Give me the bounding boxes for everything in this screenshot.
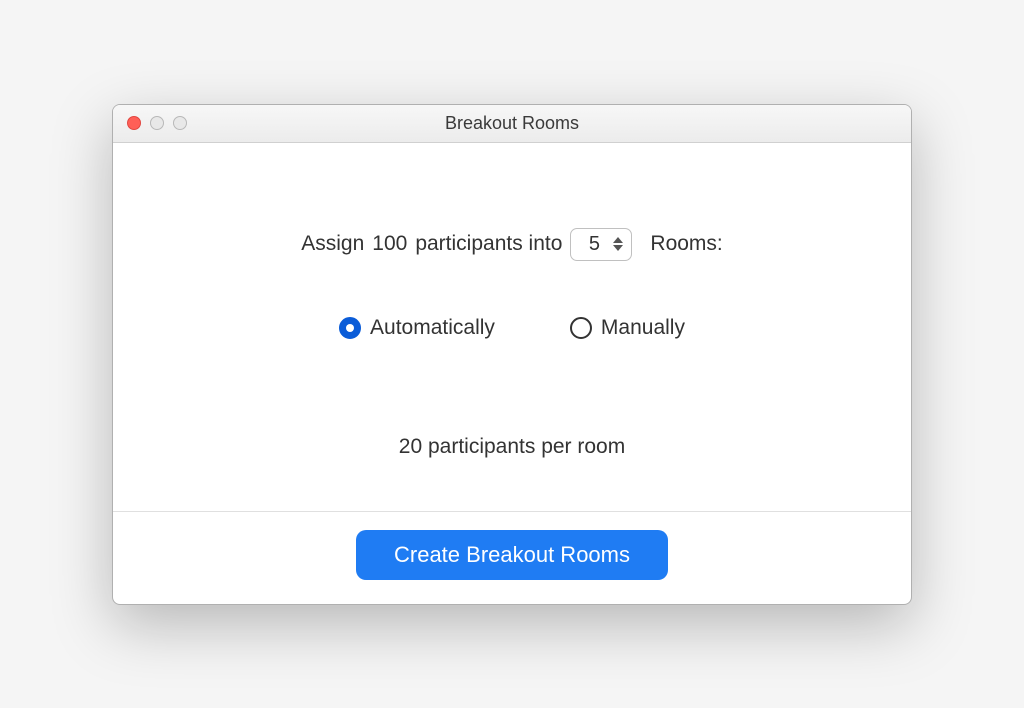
window-title: Breakout Rooms <box>113 113 911 134</box>
radio-automatically[interactable]: Automatically <box>339 316 495 340</box>
radio-manually[interactable]: Manually <box>570 316 685 340</box>
stepper-down-icon[interactable] <box>613 245 623 251</box>
radio-unselected-icon <box>570 317 592 339</box>
room-count-stepper[interactable]: 5 <box>570 228 632 261</box>
radio-manually-label: Manually <box>601 316 685 340</box>
assignment-mode-radio-group: Automatically Manually <box>339 316 685 340</box>
assign-prefix: Assign <box>301 232 364 256</box>
room-count-value: 5 <box>585 233 603 256</box>
titlebar: Breakout Rooms <box>113 105 911 143</box>
per-room-count: 20 <box>399 435 422 458</box>
stepper-arrows <box>613 237 623 251</box>
close-window-button[interactable] <box>127 116 141 130</box>
radio-automatically-label: Automatically <box>370 316 495 340</box>
footer: Create Breakout Rooms <box>113 512 911 604</box>
minimize-window-button[interactable] <box>150 116 164 130</box>
create-breakout-rooms-button[interactable]: Create Breakout Rooms <box>356 530 668 580</box>
assign-suffix: Rooms: <box>650 232 722 256</box>
radio-selected-icon <box>339 317 361 339</box>
breakout-rooms-window: Breakout Rooms Assign 100 participants i… <box>112 104 912 605</box>
assign-row: Assign 100 participants into 5 Rooms: <box>301 228 723 261</box>
maximize-window-button[interactable] <box>173 116 187 130</box>
traffic-lights <box>127 116 187 130</box>
content-area: Assign 100 participants into 5 Rooms: Au… <box>113 143 911 511</box>
stepper-up-icon[interactable] <box>613 237 623 243</box>
participant-count: 100 <box>372 232 407 256</box>
assign-middle: participants into <box>415 232 562 256</box>
participants-per-room: 20 participants per room <box>399 435 625 459</box>
per-room-label: participants per room <box>428 435 625 458</box>
